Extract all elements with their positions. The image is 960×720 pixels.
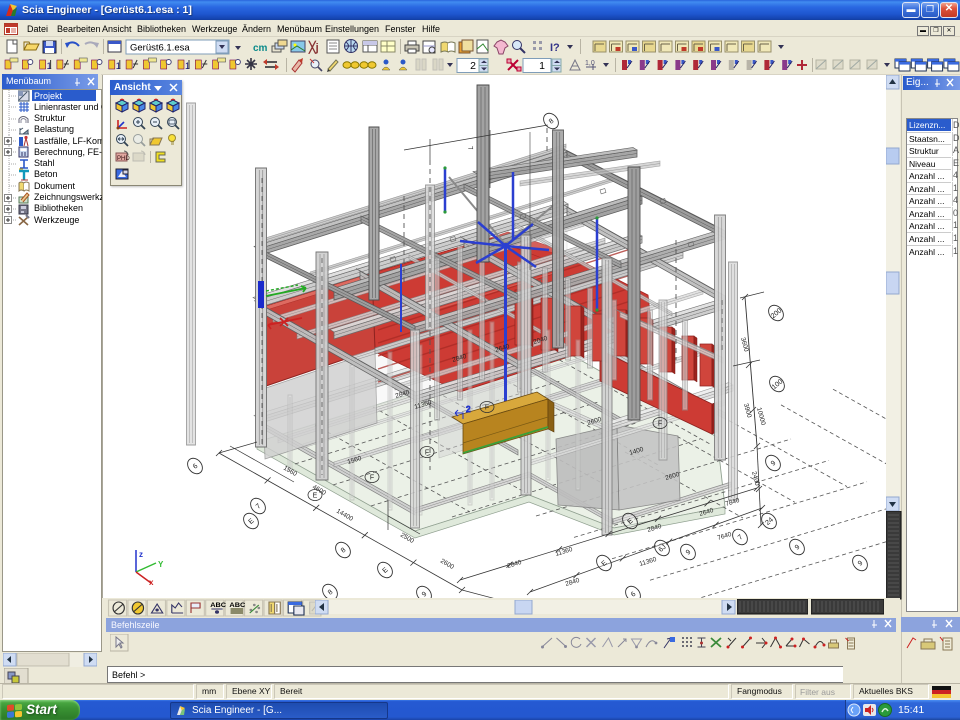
svg-text:F: F — [485, 405, 489, 412]
svg-text:╳j: ╳j — [308, 40, 319, 54]
svg-text:11360: 11360 — [555, 546, 574, 558]
svg-text:Gerüst6.1.esa: Gerüst6.1.esa — [130, 43, 190, 54]
svg-text:2840: 2840 — [507, 559, 523, 570]
svg-text:7640: 7640 — [717, 531, 733, 542]
svg-text:10000: 10000 — [755, 407, 767, 427]
svg-text:2600: 2600 — [439, 558, 455, 571]
svg-text:F: F — [658, 421, 662, 428]
svg-text:I?: I? — [550, 42, 560, 54]
svg-text:Y: Y — [158, 560, 164, 569]
svg-text:PHD: PHD — [117, 156, 130, 162]
svg-text:cm: cm — [253, 43, 268, 54]
svg-text:ABC: ABC — [210, 602, 226, 609]
svg-text:1: 1 — [539, 60, 545, 72]
svg-text:E: E — [313, 493, 318, 500]
svg-text:x: x — [149, 578, 154, 587]
svg-text:2: 2 — [466, 405, 471, 414]
svg-text:F: F — [425, 450, 429, 457]
svg-text:F: F — [370, 475, 374, 482]
svg-text:2400: 2400 — [750, 471, 761, 487]
svg-text:14400: 14400 — [335, 508, 354, 523]
svg-text:2: 2 — [470, 60, 476, 72]
svg-text:3900: 3900 — [742, 403, 753, 419]
svg-text:z: z — [139, 550, 143, 559]
svg-text:ABC: ABC — [229, 602, 245, 609]
svg-text:7840: 7840 — [725, 497, 741, 508]
svg-text:7: 7 — [466, 146, 474, 152]
svg-text:11360: 11360 — [639, 556, 658, 568]
